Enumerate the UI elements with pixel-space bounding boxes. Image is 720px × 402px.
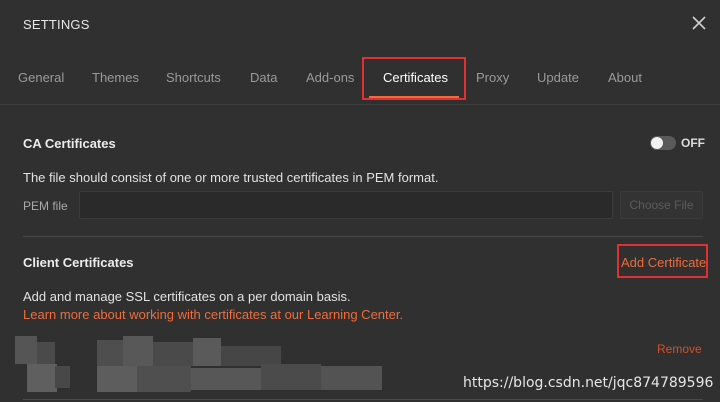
- remove-certificate-button[interactable]: Remove: [657, 342, 702, 356]
- title-bar: SETTINGS: [0, 0, 720, 48]
- settings-tabs: General Themes Shortcuts Data Add-ons Ce…: [0, 48, 720, 104]
- settings-title: SETTINGS: [23, 17, 90, 32]
- tab-shortcuts[interactable]: Shortcuts: [166, 70, 221, 85]
- tab-themes[interactable]: Themes: [92, 70, 139, 85]
- tab-data[interactable]: Data: [250, 70, 277, 85]
- pem-file-label: PEM file: [23, 199, 68, 213]
- client-description: Add and manage SSL certificates on a per…: [23, 289, 351, 304]
- client-certificates-title: Client Certificates: [23, 255, 134, 270]
- tab-add-ons[interactable]: Add-ons: [306, 70, 354, 85]
- ca-certificates-toggle[interactable]: [650, 136, 676, 150]
- close-icon[interactable]: [688, 12, 710, 34]
- redacted-certificate-path: [97, 336, 382, 394]
- pem-file-input[interactable]: [79, 191, 613, 219]
- bottom-divider: [23, 399, 703, 400]
- tab-general[interactable]: General: [18, 70, 64, 85]
- certificates-tab-highlight: [362, 57, 466, 100]
- toggle-state-label: OFF: [681, 136, 705, 150]
- ca-certificates-title: CA Certificates: [23, 136, 116, 151]
- tab-about[interactable]: About: [608, 70, 642, 85]
- redacted-domain: [15, 336, 70, 394]
- tabs-divider: [0, 104, 720, 105]
- toggle-knob: [651, 137, 663, 149]
- add-certificate-highlight: [617, 244, 708, 278]
- choose-file-button[interactable]: Choose File: [620, 191, 703, 219]
- tab-proxy[interactable]: Proxy: [476, 70, 509, 85]
- watermark-text: https://blog.csdn.net/jqc874789596: [463, 375, 714, 391]
- ca-description: The file should consist of one or more t…: [23, 170, 439, 185]
- learning-center-link[interactable]: Learn more about working with certificat…: [23, 307, 403, 322]
- section-divider: [23, 236, 703, 237]
- tab-update[interactable]: Update: [537, 70, 579, 85]
